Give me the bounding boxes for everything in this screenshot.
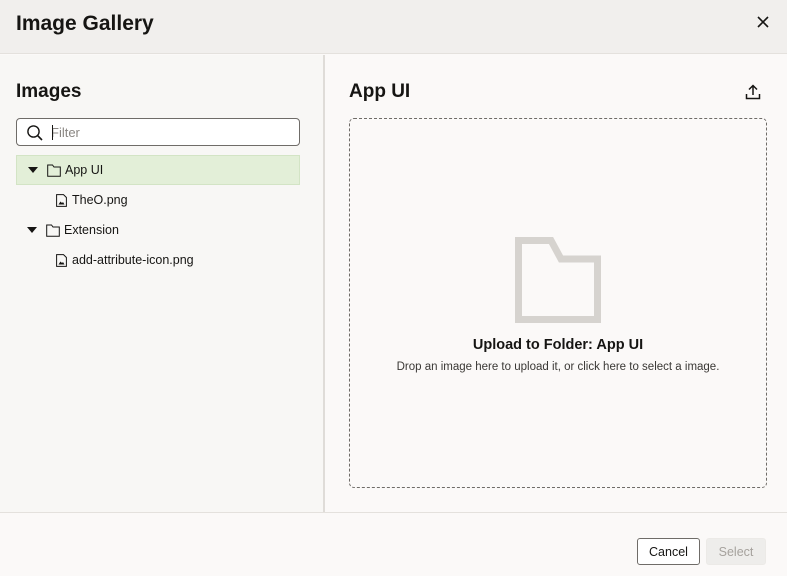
upload-icon[interactable] [743,81,763,103]
folder-panel: App UI Upload to Folder: App UI Drop an … [325,55,787,512]
tree-item-label: add-attribute-icon.png [72,253,194,267]
tree-item-label: App UI [65,163,104,177]
select-button[interactable]: Select [706,538,766,565]
dialog-title: Image Gallery [16,12,154,35]
image-tree: App UI TheO.png Extension add-attribute-… [16,155,300,275]
expand-toggle-icon[interactable] [26,224,38,236]
image-file-icon [54,253,68,267]
expand-toggle-icon[interactable] [27,164,39,176]
image-file-icon [54,193,68,207]
close-icon[interactable] [753,12,773,32]
tree-folder-app-ui[interactable]: App UI [16,155,300,185]
filter-input[interactable] [51,122,291,142]
folder-panel-title: App UI [349,81,411,102]
dialog-footer: Cancel Select [0,512,787,576]
text-caret [52,125,53,140]
filter-field[interactable] [16,118,300,146]
tree-item-label: TheO.png [72,193,128,207]
dropzone-hint: Drop an image here to upload it, or clic… [396,361,720,373]
dialog-header: Image Gallery [0,0,787,54]
images-panel-title: Images [16,81,82,102]
folder-icon [515,237,601,323]
tree-file-add-attribute-icon[interactable]: add-attribute-icon.png [16,245,300,275]
cancel-button[interactable]: Cancel [637,538,700,565]
tree-folder-extension[interactable]: Extension [16,215,300,245]
folder-icon [47,163,61,177]
folder-icon [46,223,60,237]
dropzone-title: Upload to Folder: App UI [472,337,644,353]
search-icon [26,124,44,142]
tree-item-label: Extension [64,223,119,237]
images-panel: Images App UI TheO.png [0,55,323,512]
tree-file-theo[interactable]: TheO.png [16,185,300,215]
upload-dropzone[interactable]: Upload to Folder: App UI Drop an image h… [349,118,767,488]
